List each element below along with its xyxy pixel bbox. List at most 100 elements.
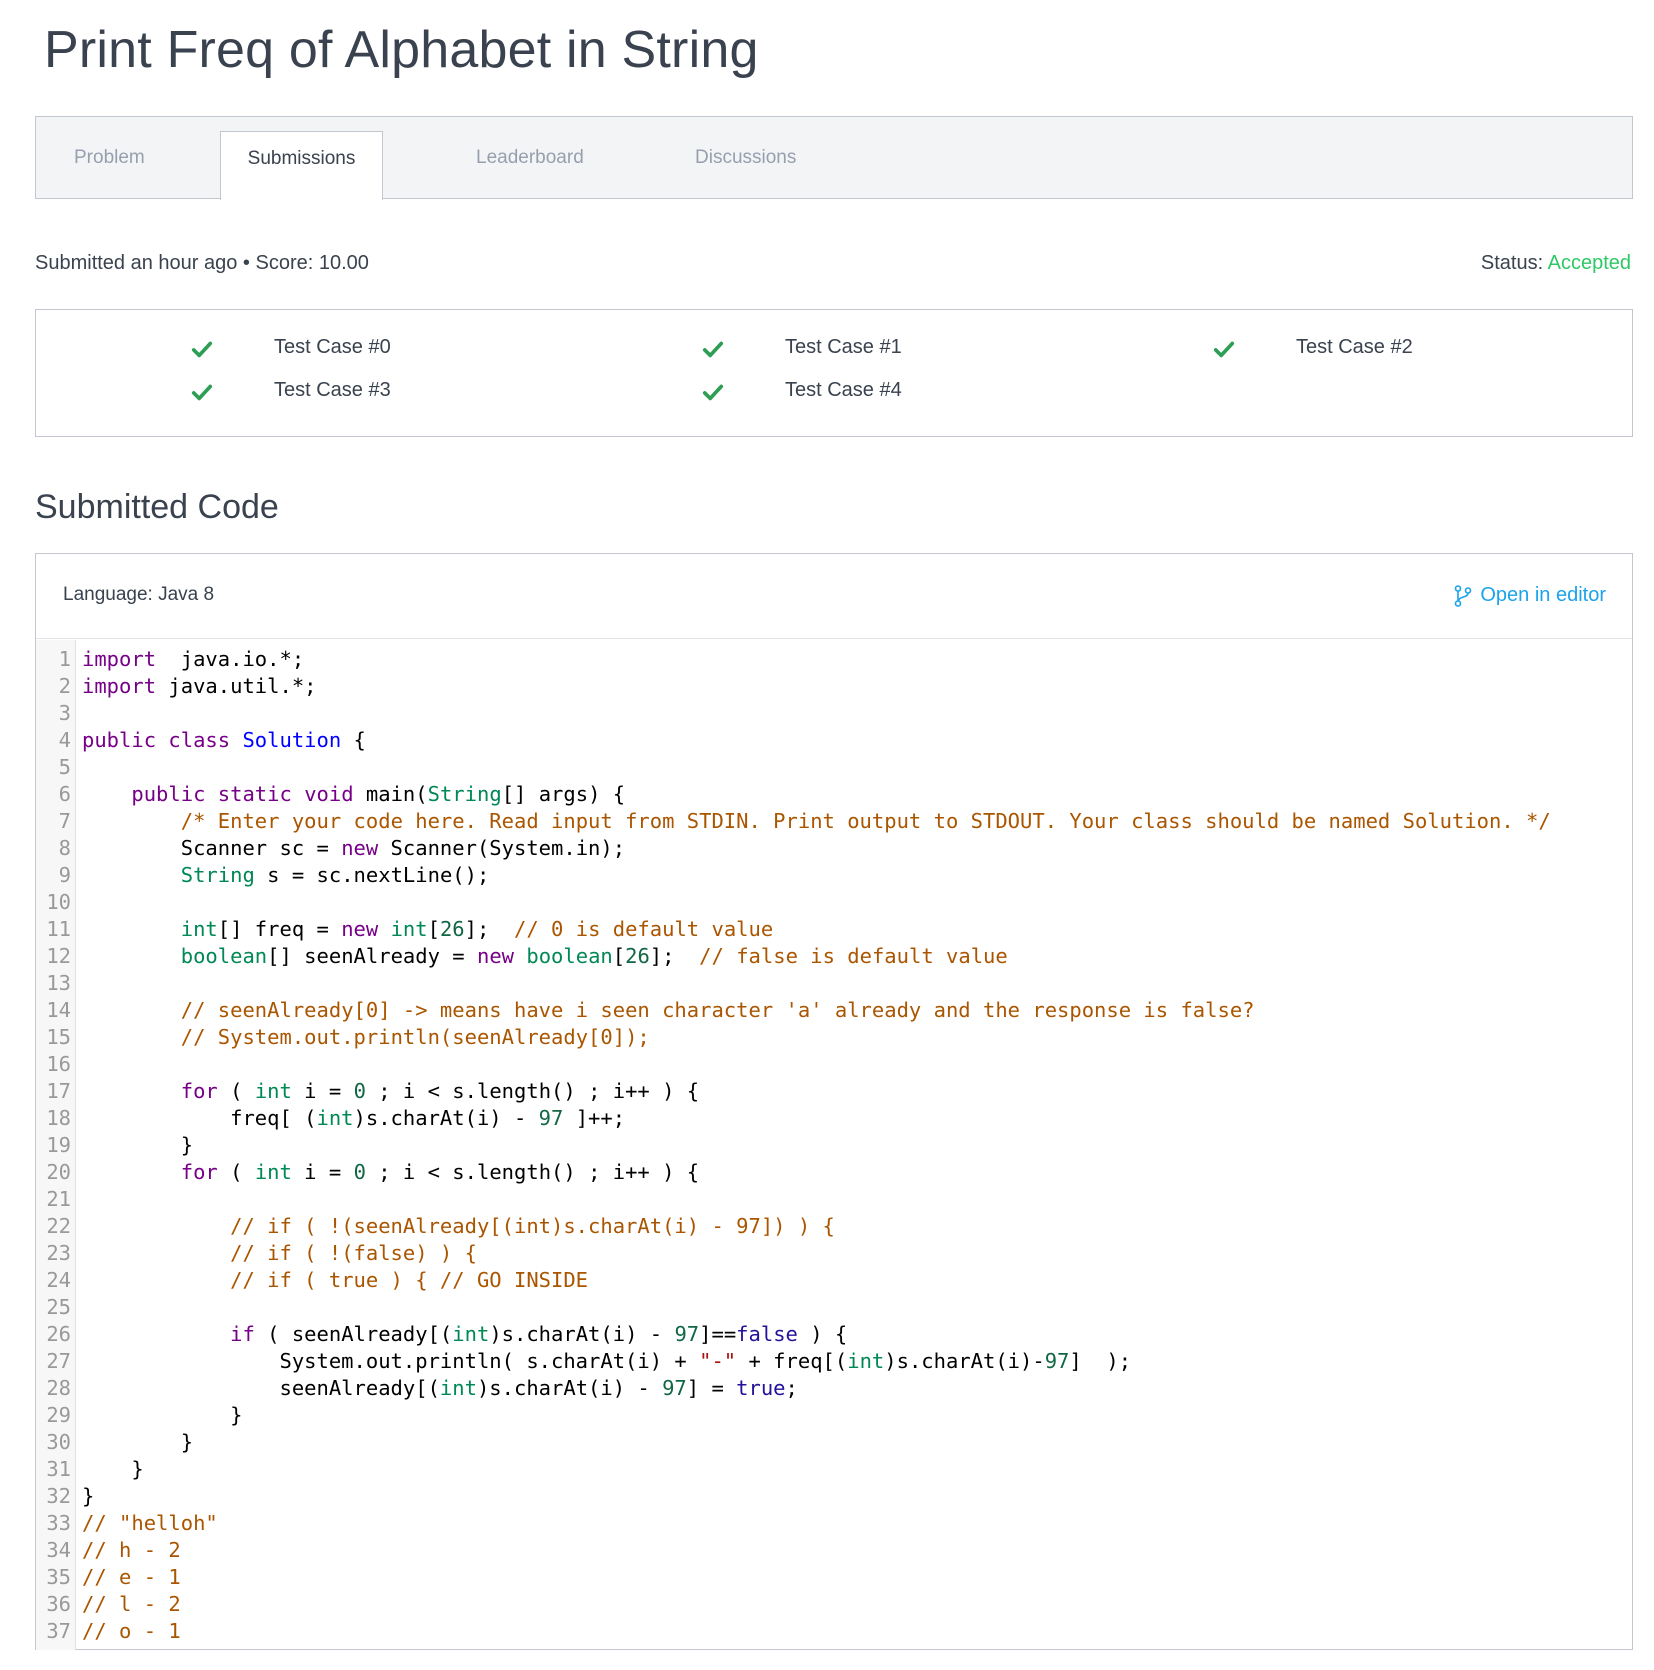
code-line: 37 // o - 1 xyxy=(36,1618,1632,1645)
line-number: 15 xyxy=(46,1025,71,1049)
open-in-editor-link[interactable]: Open in editor xyxy=(1454,584,1606,607)
line-number: 31 xyxy=(46,1457,71,1481)
code-text: // seenAlready[0] -> means have i seen c… xyxy=(180,998,1255,1022)
line-number: 19 xyxy=(46,1133,71,1157)
test-case-label: Test Case #0 xyxy=(274,336,391,358)
code-line: 15 // System.out.println(seenAlready[0])… xyxy=(36,1024,1632,1051)
line-number: 30 xyxy=(46,1430,71,1454)
line-number: 14 xyxy=(46,998,71,1022)
code-panel: Language: Java 8 Open in editor 1 import … xyxy=(35,553,1633,1650)
line-number: 13 xyxy=(46,971,71,995)
code-line: 17 for ( int i = 0 ; i < s.length() ; i+… xyxy=(36,1078,1632,1105)
code-line: 18 freq[ (int)s.charAt(i) - 97 ]++; xyxy=(36,1105,1632,1132)
code-line: 16 xyxy=(36,1051,1632,1078)
line-number: 24 xyxy=(46,1268,71,1292)
status-badge: Accepted xyxy=(1547,252,1631,274)
line-number: 34 xyxy=(46,1538,71,1562)
code-line: 8 Scanner sc = new Scanner(System.in); xyxy=(36,835,1632,862)
code-text: System.out.println( s.charAt(i) + "-" + … xyxy=(82,1349,1132,1373)
code-line: 31 } xyxy=(36,1456,1632,1483)
line-number: 17 xyxy=(46,1079,71,1103)
code-text: if ( seenAlready[(int)s.charAt(i) - 97]=… xyxy=(230,1322,848,1346)
code-line: 36 // l - 2 xyxy=(36,1591,1632,1618)
line-number: 5 xyxy=(58,755,71,779)
code-line: 7 /* Enter your code here. Read input fr… xyxy=(36,808,1632,835)
tab-leaderboard[interactable]: Leaderboard xyxy=(476,117,584,199)
line-number: 16 xyxy=(46,1052,71,1076)
open-in-editor-label: Open in editor xyxy=(1480,584,1606,606)
code-text: } xyxy=(82,1403,243,1427)
code-text: } xyxy=(82,1484,95,1508)
status-label: Status: xyxy=(1480,252,1548,274)
code-text: } xyxy=(82,1133,194,1157)
line-number: 36 xyxy=(46,1592,71,1616)
line-number: 4 xyxy=(58,728,71,752)
code-line: 24 // if ( true ) { // GO INSIDE xyxy=(36,1267,1632,1294)
check-icon xyxy=(702,341,724,358)
code-line: 14 // seenAlready[0] -> means have i see… xyxy=(36,997,1632,1024)
code-text: } xyxy=(82,1457,144,1481)
check-icon xyxy=(702,384,724,401)
line-number: 26 xyxy=(46,1322,71,1346)
code-line: 3 xyxy=(36,700,1632,727)
code-line: 32} xyxy=(36,1483,1632,1510)
branch-icon xyxy=(1455,584,1472,607)
code-line: 34 // h - 2 xyxy=(36,1537,1632,1564)
line-number: 27 xyxy=(46,1349,71,1373)
code-line: 35 // e - 1 xyxy=(36,1564,1632,1591)
code-line: 29 } xyxy=(36,1402,1632,1429)
code-line: 20 for ( int i = 0 ; i < s.length() ; i+… xyxy=(36,1159,1632,1186)
line-number: 8 xyxy=(58,836,71,860)
code-text: int[] freq = new int[26]; // 0 is defaul… xyxy=(180,917,774,941)
line-number: 3 xyxy=(58,701,71,725)
section-title: Submitted Code xyxy=(35,488,279,526)
code-line: 26 if ( seenAlready[(int)s.charAt(i) - 9… xyxy=(36,1321,1632,1348)
tab-discussions[interactable]: Discussions xyxy=(695,117,796,199)
code-line: 33 // "helloh" xyxy=(36,1510,1632,1537)
tab-bar: Problem Submissions Leaderboard Discussi… xyxy=(35,116,1633,200)
code-editor[interactable]: 1 import java.io.*; 2 import java.util.*; 3 4… xyxy=(36,640,1632,1650)
code-text: /* Enter your code here. Read input from… xyxy=(180,809,1551,833)
code-text: for ( int i = 0 ; i < s.length() ; i++ )… xyxy=(180,1079,700,1103)
code-text: public class Solution { xyxy=(82,728,366,752)
line-number: 32 xyxy=(46,1484,71,1508)
line-number: 7 xyxy=(58,809,71,833)
code-text: boolean[] seenAlready = new boolean[26];… xyxy=(180,944,1008,968)
code-text: String s = sc.nextLine(); xyxy=(180,863,490,887)
page-title: Print Freq of Alphabet in String xyxy=(44,21,759,79)
code-text: // "helloh" xyxy=(82,1511,218,1535)
code-line: 1 import java.io.*; xyxy=(36,646,1632,673)
line-number: 2 xyxy=(58,674,71,698)
line-number: 29 xyxy=(46,1403,71,1427)
code-text: // if ( !(seenAlready[(int)s.charAt(i) -… xyxy=(230,1214,835,1238)
code-text: } xyxy=(82,1430,194,1454)
line-number: 11 xyxy=(46,917,71,941)
tab-problem[interactable]: Problem xyxy=(74,117,145,199)
check-icon xyxy=(191,341,213,358)
tab-submissions[interactable]: Submissions xyxy=(220,131,383,200)
code-lines: 1 import java.io.*; 2 import java.util.*; 3 4… xyxy=(36,646,1632,1645)
line-number: 37 xyxy=(46,1619,71,1643)
code-text: // l - 2 xyxy=(82,1592,181,1616)
test-case-label: Test Case #1 xyxy=(785,336,902,358)
code-text: for ( int i = 0 ; i < s.length() ; i++ )… xyxy=(180,1160,700,1184)
line-number: 6 xyxy=(58,782,71,806)
test-case-panel: Test Case #0 Test Case #1 Test Case #2 T… xyxy=(35,309,1633,437)
code-text: // h - 2 xyxy=(82,1538,181,1562)
code-line: 28 seenAlready[(int)s.charAt(i) - 97] = … xyxy=(36,1375,1632,1402)
code-line: 13 xyxy=(36,970,1632,997)
code-header: Language: Java 8 Open in editor xyxy=(36,554,1632,639)
line-number: 20 xyxy=(46,1160,71,1184)
line-number: 25 xyxy=(46,1295,71,1319)
code-text: // o - 1 xyxy=(82,1619,181,1643)
line-number: 35 xyxy=(46,1565,71,1589)
code-text: Scanner sc = new Scanner(System.in); xyxy=(82,836,626,860)
code-line: 27 System.out.println( s.charAt(i) + "-"… xyxy=(36,1348,1632,1375)
line-number: 10 xyxy=(46,890,71,914)
code-line: 2 import java.util.*; xyxy=(36,673,1632,700)
code-line: 11 int[] freq = new int[26]; // 0 is def… xyxy=(36,916,1632,943)
line-number: 1 xyxy=(58,647,71,671)
code-line: 4 public class Solution { xyxy=(36,727,1632,754)
test-case-label: Test Case #3 xyxy=(274,379,391,401)
code-line: 23 // if ( !(false) ) { xyxy=(36,1240,1632,1267)
